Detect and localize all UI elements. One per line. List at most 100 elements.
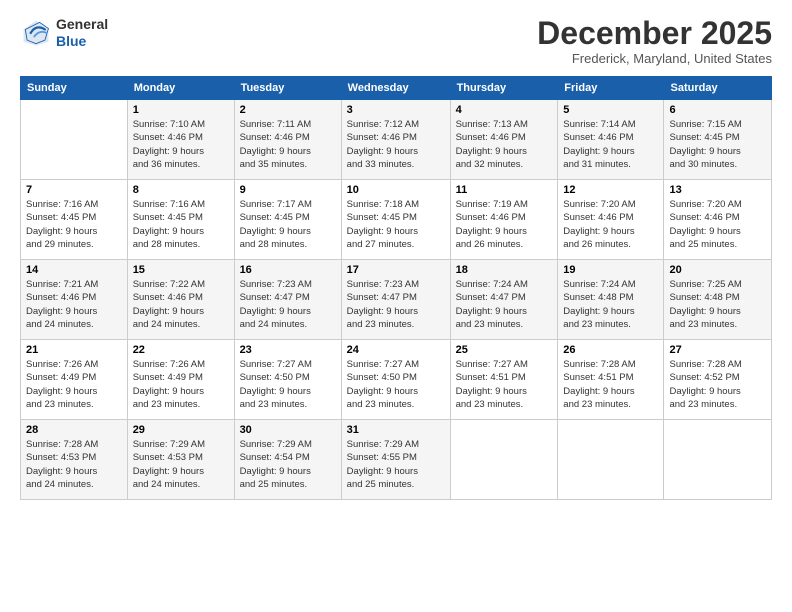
calendar-week-row: 7Sunrise: 7:16 AM Sunset: 4:45 PM Daylig… [21,180,772,260]
day-number: 14 [26,264,122,276]
logo-text: General Blue [56,16,108,50]
title-block: December 2025 Frederick, Maryland, Unite… [537,16,772,66]
day-number: 26 [563,344,658,356]
day-number: 20 [669,264,766,276]
day-info: Sunrise: 7:29 AM Sunset: 4:53 PM Dayligh… [133,438,229,491]
logo-line1: General [56,16,108,33]
day-info: Sunrise: 7:11 AM Sunset: 4:46 PM Dayligh… [240,118,336,171]
day-number: 6 [669,104,766,116]
day-number: 18 [456,264,553,276]
weekday-header-row: SundayMondayTuesdayWednesdayThursdayFrid… [21,77,772,100]
calendar-table: SundayMondayTuesdayWednesdayThursdayFrid… [20,76,772,500]
location: Frederick, Maryland, United States [537,51,772,66]
day-info: Sunrise: 7:15 AM Sunset: 4:45 PM Dayligh… [669,118,766,171]
calendar-cell: 23 Sunrise: 7:27 AM Sunset: 4:50 PM Dayli… [234,340,341,420]
day-number: 28 [26,424,122,436]
day-number: 12 [563,184,658,196]
day-info: Sunrise: 7:28 AM Sunset: 4:53 PM Dayligh… [26,438,122,491]
logo-icon [20,17,52,49]
logo: General Blue [20,16,108,50]
calendar-cell: 11Sunrise: 7:19 AM Sunset: 4:46 PM Dayli… [450,180,558,260]
day-number: 13 [669,184,766,196]
calendar-cell: 17 Sunrise: 7:23 AM Sunset: 4:47 PM Dayli… [341,260,450,340]
day-info: Sunrise: 7:10 AM Sunset: 4:46 PM Dayligh… [133,118,229,171]
calendar-cell: 20 Sunrise: 7:25 AM Sunset: 4:48 PM Dayli… [664,260,772,340]
calendar-cell: 6 Sunrise: 7:15 AM Sunset: 4:45 PM Daylig… [664,100,772,180]
calendar-week-row: 28 Sunrise: 7:28 AM Sunset: 4:53 PM Dayli… [21,420,772,500]
day-info: Sunrise: 7:13 AM Sunset: 4:46 PM Dayligh… [456,118,553,171]
weekday-header-friday: Friday [558,77,664,100]
day-info: Sunrise: 7:29 AM Sunset: 4:54 PM Dayligh… [240,438,336,491]
calendar-cell: 2 Sunrise: 7:11 AM Sunset: 4:46 PM Daylig… [234,100,341,180]
day-number: 9 [240,184,336,196]
weekday-header-sunday: Sunday [21,77,128,100]
day-info: Sunrise: 7:23 AM Sunset: 4:47 PM Dayligh… [347,278,445,331]
day-number: 22 [133,344,229,356]
calendar-cell: 21Sunrise: 7:26 AM Sunset: 4:49 PM Dayli… [21,340,128,420]
calendar-cell: 24Sunrise: 7:27 AM Sunset: 4:50 PM Dayli… [341,340,450,420]
day-info: Sunrise: 7:28 AM Sunset: 4:52 PM Dayligh… [669,358,766,411]
weekday-header-tuesday: Tuesday [234,77,341,100]
calendar-cell: 28 Sunrise: 7:28 AM Sunset: 4:53 PM Dayli… [21,420,128,500]
day-info: Sunrise: 7:28 AM Sunset: 4:51 PM Dayligh… [563,358,658,411]
day-number: 8 [133,184,229,196]
calendar-cell: 19 Sunrise: 7:24 AM Sunset: 4:48 PM Dayli… [558,260,664,340]
day-number: 16 [240,264,336,276]
weekday-header-monday: Monday [127,77,234,100]
calendar-cell [664,420,772,500]
weekday-header-saturday: Saturday [664,77,772,100]
day-info: Sunrise: 7:27 AM Sunset: 4:51 PM Dayligh… [456,358,553,411]
calendar-cell: 14 Sunrise: 7:21 AM Sunset: 4:46 PM Dayli… [21,260,128,340]
day-info: Sunrise: 7:22 AM Sunset: 4:46 PM Dayligh… [133,278,229,331]
month-title: December 2025 [537,16,772,51]
calendar-cell [558,420,664,500]
calendar-cell: 29 Sunrise: 7:29 AM Sunset: 4:53 PM Dayli… [127,420,234,500]
day-info: Sunrise: 7:24 AM Sunset: 4:48 PM Dayligh… [563,278,658,331]
day-info: Sunrise: 7:21 AM Sunset: 4:46 PM Dayligh… [26,278,122,331]
calendar-cell: 3 Sunrise: 7:12 AM Sunset: 4:46 PM Daylig… [341,100,450,180]
calendar-cell: 4Sunrise: 7:13 AM Sunset: 4:46 PM Daylig… [450,100,558,180]
day-number: 10 [347,184,445,196]
day-number: 30 [240,424,336,436]
header: General Blue December 2025 Frederick, Ma… [20,16,772,66]
calendar-cell: 1 Sunrise: 7:10 AM Sunset: 4:46 PM Daylig… [127,100,234,180]
day-number: 3 [347,104,445,116]
calendar-cell: 10 Sunrise: 7:18 AM Sunset: 4:45 PM Dayli… [341,180,450,260]
calendar-cell: 8 Sunrise: 7:16 AM Sunset: 4:45 PM Daylig… [127,180,234,260]
day-number: 2 [240,104,336,116]
day-info: Sunrise: 7:27 AM Sunset: 4:50 PM Dayligh… [240,358,336,411]
logo-line2: Blue [56,33,108,50]
calendar-cell: 9 Sunrise: 7:17 AM Sunset: 4:45 PM Daylig… [234,180,341,260]
day-number: 11 [456,184,553,196]
calendar-cell: 26 Sunrise: 7:28 AM Sunset: 4:51 PM Dayli… [558,340,664,420]
day-number: 5 [563,104,658,116]
day-number: 24 [347,344,445,356]
calendar-cell: 30 Sunrise: 7:29 AM Sunset: 4:54 PM Dayli… [234,420,341,500]
day-number: 15 [133,264,229,276]
calendar-week-row: 14 Sunrise: 7:21 AM Sunset: 4:46 PM Dayli… [21,260,772,340]
calendar-cell: 27Sunrise: 7:28 AM Sunset: 4:52 PM Dayli… [664,340,772,420]
calendar-cell [450,420,558,500]
day-number: 25 [456,344,553,356]
calendar-cell [21,100,128,180]
day-number: 29 [133,424,229,436]
day-number: 23 [240,344,336,356]
calendar-cell: 12Sunrise: 7:20 AM Sunset: 4:46 PM Dayli… [558,180,664,260]
day-info: Sunrise: 7:17 AM Sunset: 4:45 PM Dayligh… [240,198,336,251]
day-number: 31 [347,424,445,436]
page: General Blue December 2025 Frederick, Ma… [0,0,792,612]
weekday-header-wednesday: Wednesday [341,77,450,100]
day-number: 1 [133,104,229,116]
day-info: Sunrise: 7:16 AM Sunset: 4:45 PM Dayligh… [133,198,229,251]
day-number: 19 [563,264,658,276]
weekday-header-thursday: Thursday [450,77,558,100]
day-info: Sunrise: 7:12 AM Sunset: 4:46 PM Dayligh… [347,118,445,171]
calendar-cell: 7Sunrise: 7:16 AM Sunset: 4:45 PM Daylig… [21,180,128,260]
calendar-week-row: 21Sunrise: 7:26 AM Sunset: 4:49 PM Dayli… [21,340,772,420]
calendar-cell: 22Sunrise: 7:26 AM Sunset: 4:49 PM Dayli… [127,340,234,420]
calendar-cell: 18Sunrise: 7:24 AM Sunset: 4:47 PM Dayli… [450,260,558,340]
day-number: 17 [347,264,445,276]
day-info: Sunrise: 7:18 AM Sunset: 4:45 PM Dayligh… [347,198,445,251]
day-info: Sunrise: 7:29 AM Sunset: 4:55 PM Dayligh… [347,438,445,491]
day-info: Sunrise: 7:25 AM Sunset: 4:48 PM Dayligh… [669,278,766,331]
